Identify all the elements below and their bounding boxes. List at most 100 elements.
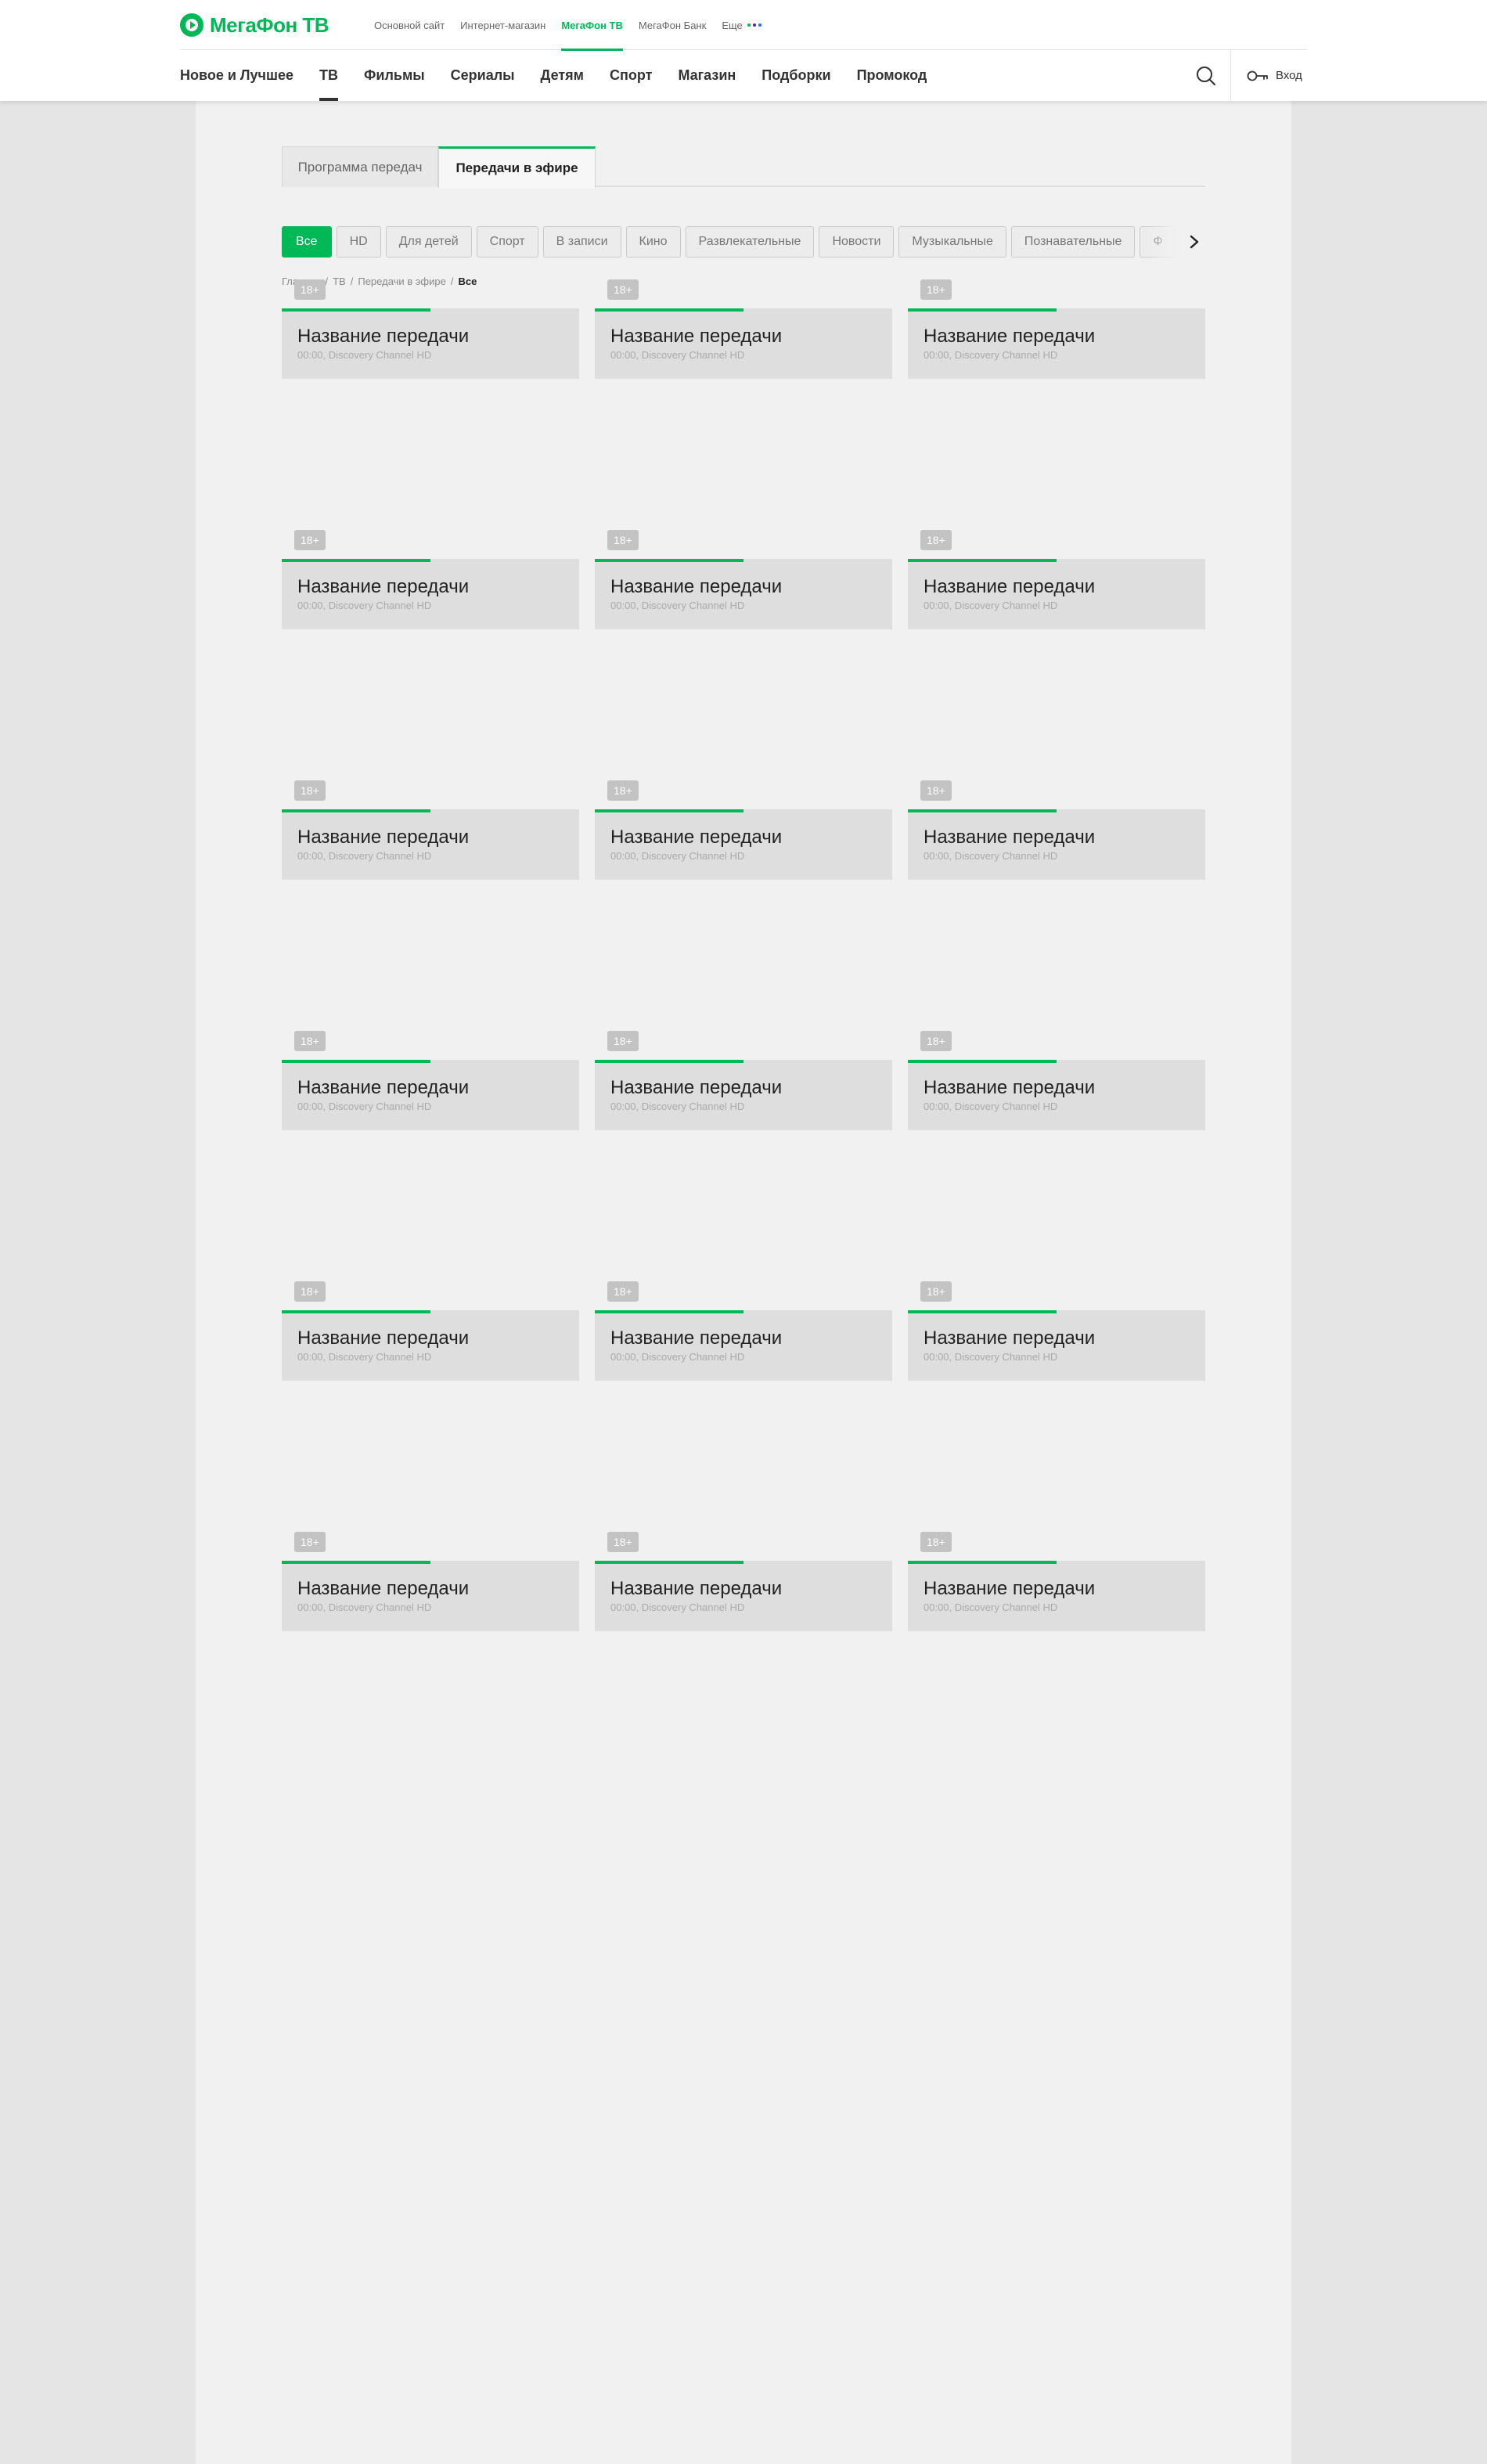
program-card[interactable]: 18+ Название передачи 00:00, Discovery Cha… [282,780,579,880]
program-time-channel: 00:00, Discovery Channel HD [924,600,1058,611]
program-time-channel: 00:00, Discovery Channel HD [924,1601,1058,1613]
program-time-channel: 00:00, Discovery Channel HD [924,1101,1058,1112]
card-body: Название передачи 00:00, Discovery Channe… [908,1313,1205,1381]
program-card[interactable]: 18+ Название передачи 00:00, Discovery Cha… [595,1031,892,1130]
program-card[interactable]: 18+ Название передачи 00:00, Discovery Cha… [282,530,579,629]
filter-chip[interactable]: HD [336,226,381,258]
card-body: Название передачи 00:00, Discovery Channe… [908,1564,1205,1631]
program-title: Название передачи [924,326,1096,347]
program-title: Название передачи [297,1578,470,1599]
chevron-right-icon [1190,235,1199,249]
filter-chip[interactable]: Спорт [476,226,538,258]
program-card[interactable]: 18+ Название передачи 00:00, Discovery Cha… [282,1281,579,1381]
age-rating-badge: 18+ [920,1031,952,1051]
card-body: Название передачи 00:00, Discovery Channe… [595,1063,892,1130]
program-card[interactable]: 18+ Название передачи 00:00, Discovery Cha… [595,1281,892,1381]
filter-chip[interactable]: Кино [625,226,681,258]
age-rating-badge: 18+ [920,530,952,550]
content-panel: Программа передач Передачи в эфире Все HD… [196,101,1291,2464]
nav-movies[interactable]: Фильмы [364,50,425,101]
program-time-channel: 00:00, Discovery Channel HD [610,1351,745,1363]
program-time-channel: 00:00, Discovery Channel HD [297,1101,432,1112]
program-title: Название передачи [924,827,1096,848]
program-time-channel: 00:00, Discovery Channel HD [924,349,1058,361]
program-card[interactable]: 18+ Название передачи 00:00, Discovery Cha… [595,1532,892,1631]
program-title: Название передачи [297,1077,470,1098]
filter-chip[interactable]: Все [282,226,332,258]
tab-on-air[interactable]: Передачи в эфире [438,146,596,189]
program-card[interactable]: 18+ Название передачи 00:00, Discovery Cha… [282,1031,579,1130]
login-button[interactable]: Вход [1246,50,1302,101]
program-card[interactable]: 18+ Название передачи 00:00, Discovery Cha… [908,780,1205,880]
card-body: Название передачи 00:00, Discovery Channe… [282,1313,579,1381]
filter-chip[interactable]: Познавательные [1010,226,1136,258]
card-body: Название передачи 00:00, Discovery Channe… [282,1063,579,1130]
filter-chip[interactable]: В записи [542,226,621,258]
card-body: Название передачи 00:00, Discovery Channe… [282,812,579,880]
card-body: Название передачи 00:00, Discovery Channe… [282,562,579,629]
filter-chip[interactable]: Новости [819,226,895,258]
age-rating-badge: 18+ [607,780,639,801]
filter-chip[interactable]: Музыкальные [898,226,1006,258]
program-card[interactable]: 18+ Название передачи 00:00, Discovery Cha… [595,530,892,629]
breadcrumb-link[interactable]: ТВ [333,276,346,287]
program-time-channel: 00:00, Discovery Channel HD [924,850,1058,862]
top-link-main-site[interactable]: Основной сайт [374,0,445,50]
program-title: Название передачи [297,827,470,848]
card-body: Название передачи 00:00, Discovery Channe… [908,812,1205,880]
program-time-channel: 00:00, Discovery Channel HD [610,349,745,361]
program-title: Название передачи [924,1077,1096,1098]
nav-new-and-best[interactable]: Новое и Лучшее [180,50,293,101]
nav-collections[interactable]: Подборки [762,50,830,101]
tv-tabs: Программа передач Передачи в эфире [282,146,1205,189]
more-dots-icon [747,23,762,27]
program-card[interactable]: 18+ Название передачи 00:00, Discovery Cha… [595,780,892,880]
program-card[interactable]: 18+ Название передачи 00:00, Discovery Cha… [282,1532,579,1631]
age-rating-badge: 18+ [607,1281,639,1302]
nav-sport[interactable]: Спорт [610,50,652,101]
top-link-megafon-tv[interactable]: МегаФон ТВ [561,0,623,51]
card-body: Название передачи 00:00, Discovery Channe… [908,312,1205,379]
card-body: Название передачи 00:00, Discovery Channe… [282,1564,579,1631]
program-card[interactable]: 18+ Название передачи 00:00, Discovery Cha… [908,279,1205,379]
breadcrumb-separator: / [450,275,454,287]
nav-kids[interactable]: Детям [541,50,584,101]
program-title: Название передачи [297,576,470,597]
nav-series[interactable]: Сериалы [451,50,515,101]
nav-promocode[interactable]: Промокод [857,50,927,101]
logo[interactable]: МегаФон ТВ [180,13,329,38]
program-title: Название передачи [610,1077,783,1098]
program-time-channel: 00:00, Discovery Channel HD [610,850,745,862]
key-icon [1247,70,1268,81]
top-link-more[interactable]: Еще [722,0,762,50]
age-rating-badge: 18+ [294,279,326,300]
program-time-channel: 00:00, Discovery Channel HD [297,349,432,361]
search-button[interactable] [1193,63,1219,89]
age-rating-badge: 18+ [920,1281,952,1302]
age-rating-badge: 18+ [607,1031,639,1051]
top-link-bank[interactable]: МегаФон Банк [639,0,706,50]
program-title: Название передачи [924,576,1096,597]
program-card[interactable]: 18+ Название передачи 00:00, Discovery Cha… [908,530,1205,629]
tab-tv-schedule[interactable]: Программа передач [282,146,438,187]
filters-next-button[interactable] [1183,231,1205,253]
dot [758,23,762,27]
program-card[interactable]: 18+ Название передачи 00:00, Discovery Cha… [908,1532,1205,1631]
program-card[interactable]: 18+ Название передачи 00:00, Discovery Cha… [282,279,579,379]
program-title: Название передачи [610,1327,783,1349]
program-title: Название передачи [610,576,783,597]
program-card[interactable]: 18+ Название передачи 00:00, Discovery Cha… [908,1031,1205,1130]
nav-shop[interactable]: Магазин [678,50,736,101]
filter-chip[interactable]: Развлекательные [685,226,815,258]
program-card[interactable]: 18+ Название передачи 00:00, Discovery Cha… [595,279,892,379]
age-rating-badge: 18+ [920,1532,952,1552]
program-time-channel: 00:00, Discovery Channel HD [610,600,745,611]
logo-text: МегаФон ТВ [210,13,329,37]
top-link-shop[interactable]: Интернет-магазин [460,0,545,50]
nav-tv[interactable]: ТВ [319,50,339,101]
program-title: Название передачи [610,827,783,848]
program-card[interactable]: 18+ Название передачи 00:00, Discovery Cha… [908,1281,1205,1381]
filter-chip[interactable]: Для детей [385,226,472,258]
breadcrumb-link[interactable]: Передачи в эфире [358,276,446,287]
card-body: Название передачи 00:00, Discovery Channe… [595,1564,892,1631]
